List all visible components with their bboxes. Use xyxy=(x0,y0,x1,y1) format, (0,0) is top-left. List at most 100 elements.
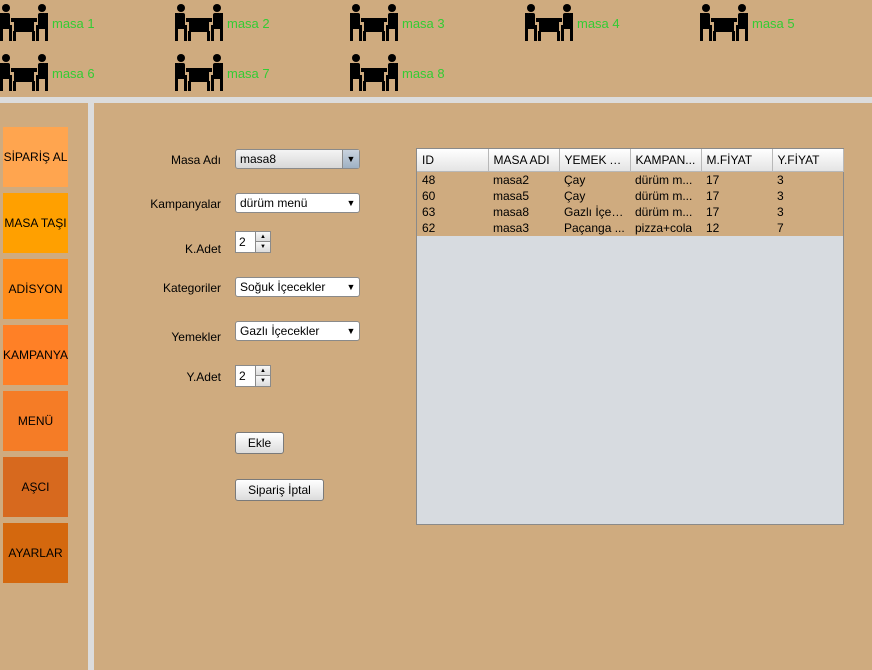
menu-asci-button[interactable]: AŞCI xyxy=(3,457,68,517)
cell-kampanya: pizza+cola xyxy=(630,220,701,236)
k-adet-spinner[interactable]: 2 ▲ ▼ xyxy=(235,231,271,253)
table-row[interactable]: 48 masa2 Çay dürüm m... 17 3 xyxy=(417,171,843,188)
menu-ayarlar-button[interactable]: AYARLAR xyxy=(3,523,68,583)
dining-table-icon xyxy=(350,3,398,44)
column-header-kampanya[interactable]: KAMPAN... xyxy=(630,149,702,172)
y-adet-label: Y.Adet xyxy=(186,370,221,384)
column-header-masa-adi[interactable]: MASA ADI xyxy=(488,149,560,172)
menu-menu-button[interactable]: MENÜ xyxy=(3,391,68,451)
caret-down-icon[interactable]: ▼ xyxy=(256,376,270,386)
table-tile-1[interactable]: masa 1 xyxy=(0,3,95,43)
cell-m-fiyat: 17 xyxy=(701,204,772,220)
chevron-down-icon: ▼ xyxy=(342,150,359,168)
menu-siparis-al-button[interactable]: SİPARİŞ AL xyxy=(3,127,68,187)
cell-kampanya: dürüm m... xyxy=(630,171,701,188)
caret-down-icon[interactable]: ▼ xyxy=(256,242,270,252)
table-label: masa 8 xyxy=(402,65,445,81)
yemekler-label: Yemekler xyxy=(171,330,221,344)
cell-m-fiyat: 12 xyxy=(701,220,772,236)
column-header-y-fiyat[interactable]: Y.FİYAT xyxy=(772,149,844,172)
cell-yemek-adi: Paçanga ... xyxy=(559,220,630,236)
cell-masa-adi: masa8 xyxy=(488,204,559,220)
cell-m-fiyat: 17 xyxy=(701,171,772,188)
menu-adisyon-button[interactable]: ADİSYON xyxy=(3,259,68,319)
table-label: masa 6 xyxy=(52,65,95,81)
caret-up-icon[interactable]: ▲ xyxy=(256,232,270,242)
cell-masa-adi: masa5 xyxy=(488,188,559,204)
dining-table-icon xyxy=(0,53,48,94)
kategoriler-select[interactable]: Soğuk İçecekler ▼ xyxy=(235,277,360,297)
y-adet-value: 2 xyxy=(239,369,246,383)
k-adet-value: 2 xyxy=(239,235,246,249)
kampanyalar-label: Kampanyalar xyxy=(150,197,221,211)
menu-masa-tasi-button[interactable]: MASA TAŞI xyxy=(3,193,68,253)
table-label: masa 7 xyxy=(227,65,270,81)
yemekler-select[interactable]: Gazlı İçecekler ▼ xyxy=(235,321,360,341)
cell-y-fiyat: 3 xyxy=(772,188,843,204)
table-tile-4[interactable]: masa 4 xyxy=(525,3,620,43)
dining-table-icon xyxy=(0,3,48,44)
dining-table-icon xyxy=(700,3,748,44)
cell-masa-adi: masa3 xyxy=(488,220,559,236)
masa-adi-value: masa8 xyxy=(240,152,277,166)
cell-yemek-adi: Çay xyxy=(559,188,630,204)
cell-y-fiyat: 3 xyxy=(772,171,843,188)
table-tile-5[interactable]: masa 5 xyxy=(700,3,795,43)
kategoriler-value: Soğuk İçecekler xyxy=(240,280,326,294)
cell-kampanya: dürüm m... xyxy=(630,188,701,204)
cell-kampanya: dürüm m... xyxy=(630,204,701,220)
cell-id: 60 xyxy=(417,188,488,204)
chevron-down-icon: ▼ xyxy=(346,282,356,292)
cell-id: 63 xyxy=(417,204,488,220)
k-adet-spin-buttons: ▲ ▼ xyxy=(255,232,270,252)
table-label: masa 5 xyxy=(752,15,795,31)
column-header-id[interactable]: ID xyxy=(417,149,489,172)
table-row[interactable]: 63 masa8 Gazlı İçec... dürüm m... 17 3 xyxy=(417,204,843,220)
table-label: masa 2 xyxy=(227,15,270,31)
k-adet-label: K.Adet xyxy=(184,242,221,256)
dining-table-icon xyxy=(175,3,223,44)
dining-table-icon xyxy=(525,3,573,44)
cell-id: 48 xyxy=(417,171,488,188)
orders-table: ID MASA ADI YEMEK A... KAMPAN... M.FİYAT… xyxy=(416,148,844,525)
column-header-yemek-adi[interactable]: YEMEK A... xyxy=(559,149,631,172)
table-label: masa 3 xyxy=(402,15,445,31)
cancel-order-button[interactable]: Sipariş İptal xyxy=(235,479,324,501)
column-header-m-fiyat[interactable]: M.FİYAT xyxy=(701,149,773,172)
chevron-down-icon: ▼ xyxy=(346,198,356,208)
vertical-divider xyxy=(88,103,94,670)
orders-header-row: ID MASA ADI YEMEK A... KAMPAN... M.FİYAT… xyxy=(417,149,844,172)
dining-table-icon xyxy=(175,53,223,94)
dining-table-icon xyxy=(350,53,398,94)
cell-y-fiyat: 3 xyxy=(772,204,843,220)
cell-y-fiyat: 7 xyxy=(772,220,843,236)
masa-adi-label: Masa Adı xyxy=(170,153,221,167)
cell-masa-adi: masa2 xyxy=(488,171,559,188)
kampanyalar-select[interactable]: dürüm menü ▼ xyxy=(235,193,360,213)
table-tile-8[interactable]: masa 8 xyxy=(350,53,445,93)
y-adet-spin-buttons: ▲ ▼ xyxy=(255,366,270,386)
cell-id: 62 xyxy=(417,220,488,236)
table-tile-6[interactable]: masa 6 xyxy=(0,53,95,93)
menu-kampanya-button[interactable]: KAMPANYA xyxy=(3,325,68,385)
table-label: masa 1 xyxy=(52,15,95,31)
table-row[interactable]: 60 masa5 Çay dürüm m... 17 3 xyxy=(417,188,843,204)
table-tile-3[interactable]: masa 3 xyxy=(350,3,445,43)
masa-adi-select[interactable]: masa8 ▼ xyxy=(235,149,360,169)
yemekler-value: Gazlı İçecekler xyxy=(240,324,320,338)
cell-m-fiyat: 17 xyxy=(701,188,772,204)
table-tile-7[interactable]: masa 7 xyxy=(175,53,270,93)
table-label: masa 4 xyxy=(577,15,620,31)
chevron-down-icon: ▼ xyxy=(346,326,356,336)
table-tile-2[interactable]: masa 2 xyxy=(175,3,270,43)
add-button[interactable]: Ekle xyxy=(235,432,284,454)
cell-yemek-adi: Çay xyxy=(559,171,630,188)
caret-up-icon[interactable]: ▲ xyxy=(256,366,270,376)
y-adet-spinner[interactable]: 2 ▲ ▼ xyxy=(235,365,271,387)
kampanyalar-value: dürüm menü xyxy=(240,196,308,210)
table-row[interactable]: 62 masa3 Paçanga ... pizza+cola 12 7 xyxy=(417,220,843,236)
horizontal-divider xyxy=(0,97,872,103)
kategoriler-label: Kategoriler xyxy=(162,281,221,295)
table-strip: masa 1 masa 2 masa 3 masa 4 masa 5 masa … xyxy=(0,0,872,97)
cell-yemek-adi: Gazlı İçec... xyxy=(559,204,630,220)
